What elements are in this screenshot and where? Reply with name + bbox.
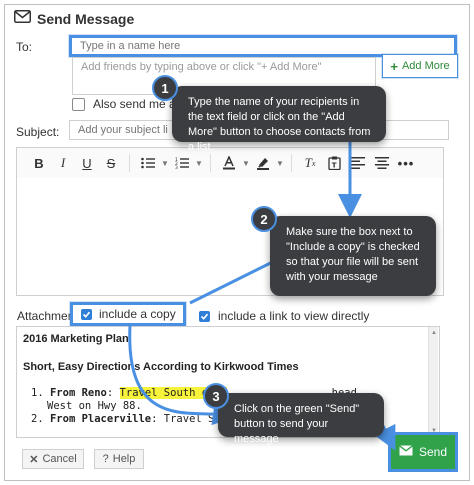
callout-number-badge: 2 <box>251 206 277 232</box>
callout-number-badge: 1 <box>152 75 178 101</box>
callout-number-badge: 3 <box>203 383 229 409</box>
callout-tooltip: Make sure the box next to "Include a cop… <box>270 216 436 296</box>
callout-tooltip: Type the name of your recipients in the … <box>172 86 386 153</box>
callout-tooltip: Click on the green "Send" button to send… <box>218 393 384 445</box>
